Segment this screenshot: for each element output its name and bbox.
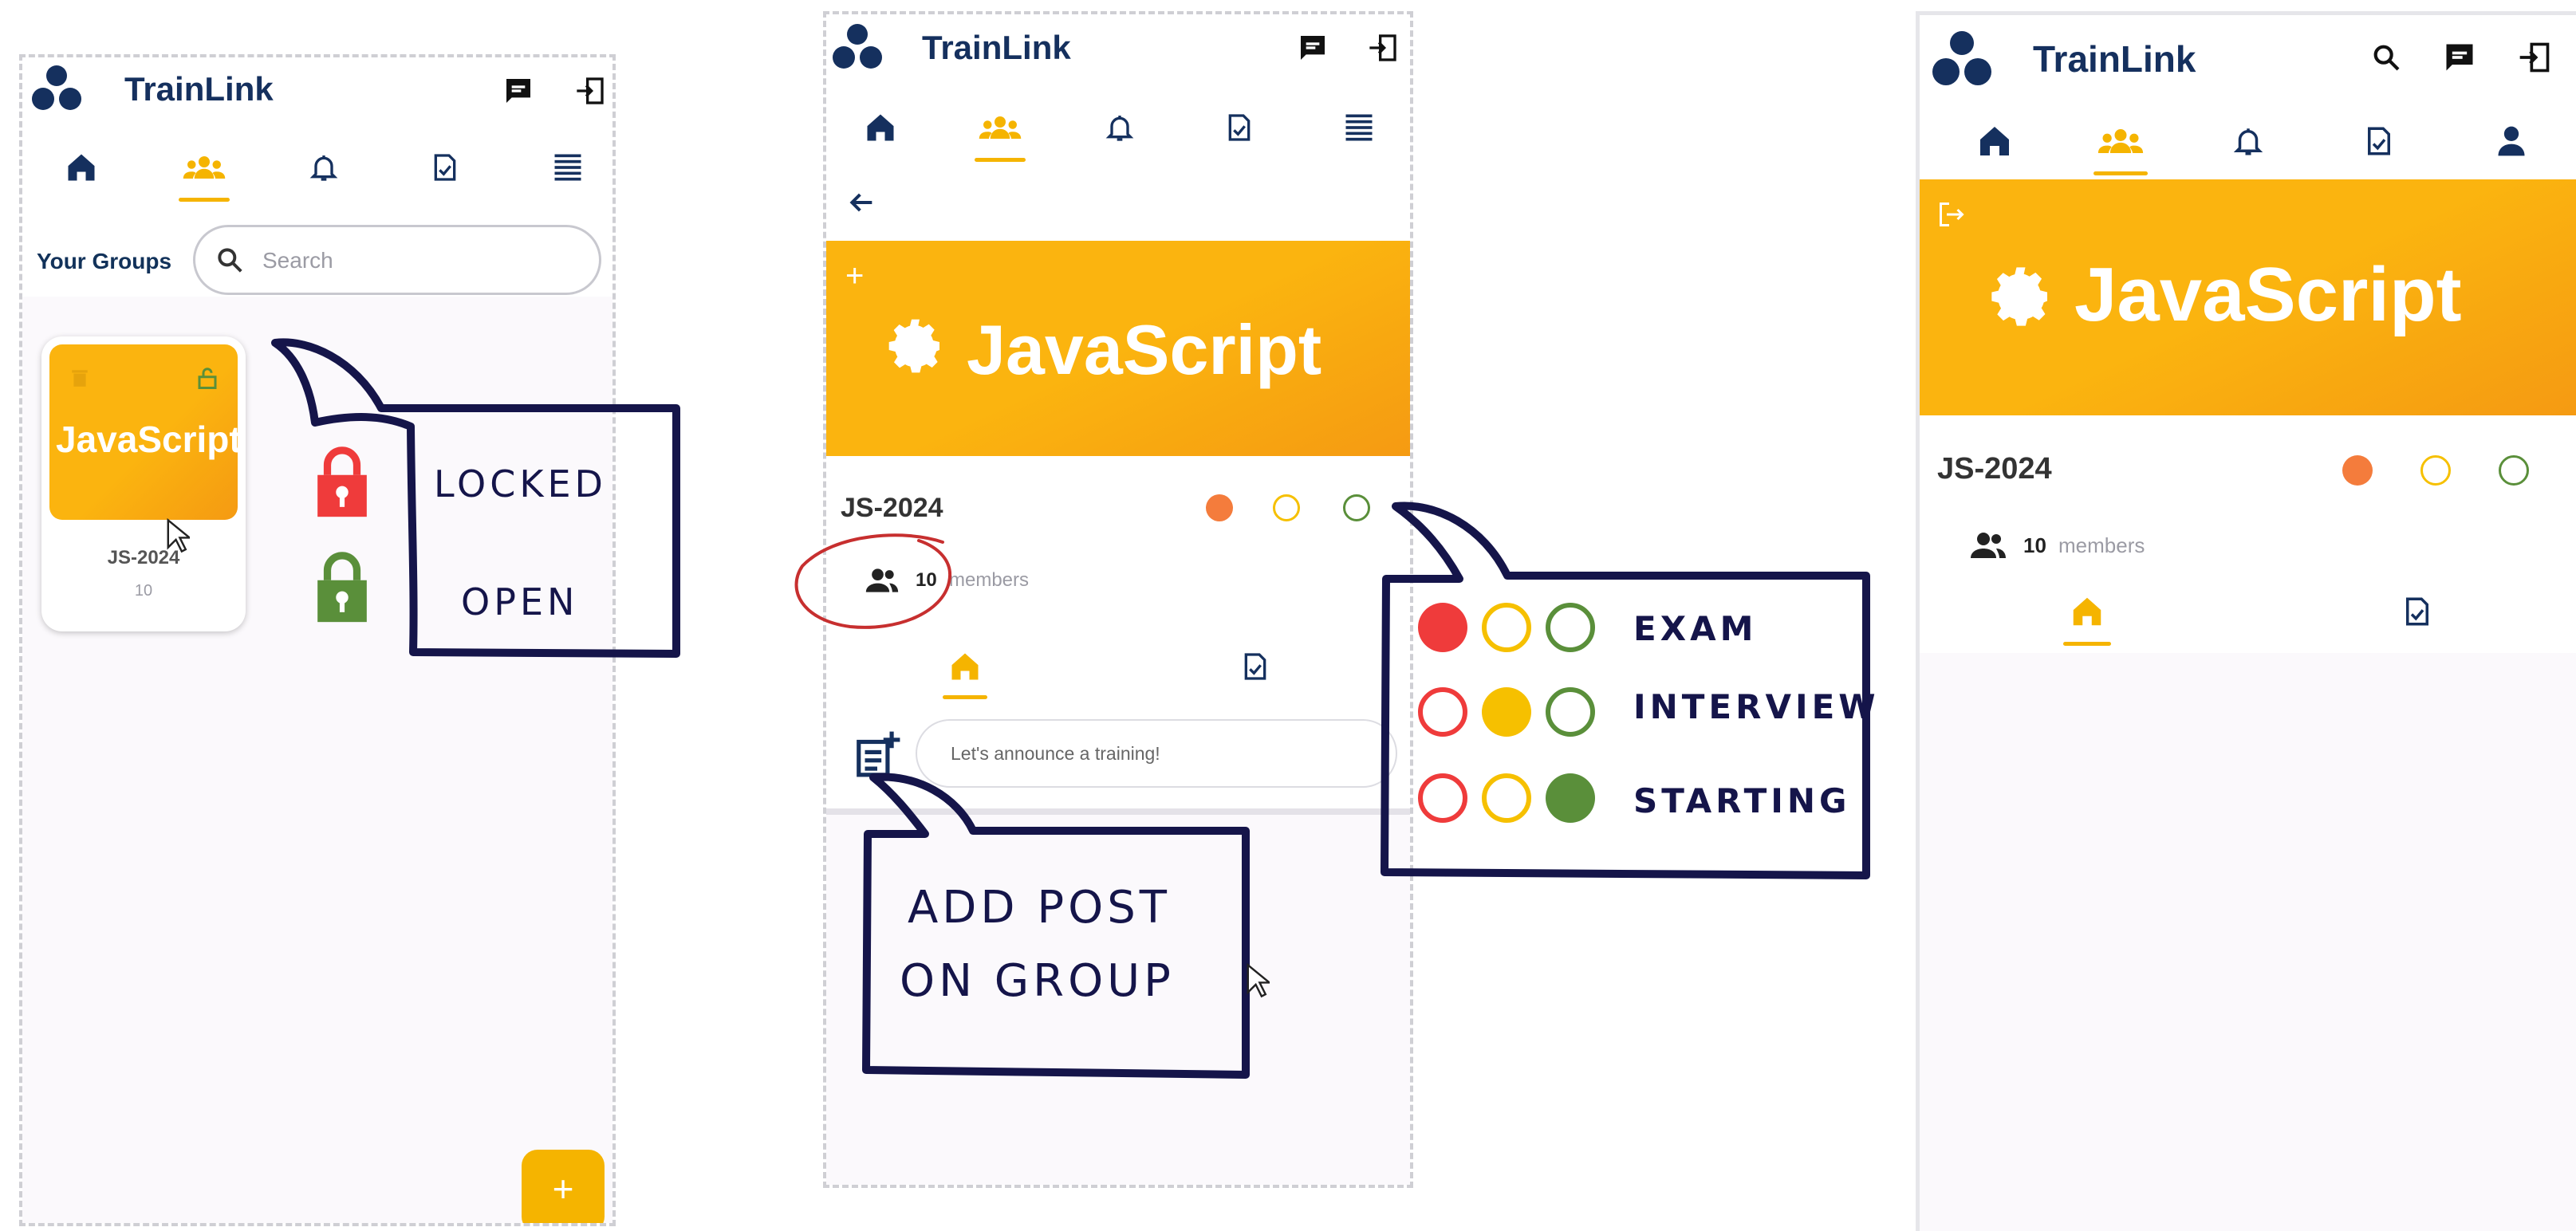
tab-active-underline <box>975 158 1026 162</box>
groups-icon[interactable] <box>975 105 1026 150</box>
group-card[interactable]: JavaScript JS-2024 10 <box>41 336 246 631</box>
status-starting-dot <box>1343 494 1370 521</box>
status-interview-dot <box>2420 455 2451 486</box>
members-highlight-circle <box>794 533 952 629</box>
add-post-label-line1: ADD POST <box>908 882 1171 934</box>
locked-label: LOCKED <box>434 462 607 505</box>
person-icon[interactable] <box>2487 117 2535 165</box>
group-banner-text: JavaScript <box>967 310 1322 389</box>
group-name: JS-2024 <box>841 493 943 523</box>
app-title: TrainLink <box>2033 38 2196 80</box>
open-lock-icon <box>313 550 372 625</box>
banner-plus[interactable]: + <box>845 258 864 294</box>
legend-exam-label: EXAM <box>1633 609 1758 648</box>
group-detail-content <box>1920 653 2576 1231</box>
tab-active-underline <box>2093 171 2148 175</box>
legend-starting-red-dot <box>1418 773 1467 823</box>
lock-icon[interactable] <box>193 364 222 392</box>
tasks-tab-icon[interactable] <box>1233 644 1278 689</box>
group-card-name: JS-2024 <box>107 547 180 568</box>
gear-icon <box>882 313 949 380</box>
legend-starting-label: STARTING <box>1633 781 1851 820</box>
home-icon[interactable] <box>858 105 903 150</box>
cursor-icon <box>164 517 191 555</box>
logo-icon <box>833 24 884 72</box>
legend-interview-yellow-dot <box>1482 687 1531 737</box>
open-label: OPEN <box>461 580 579 623</box>
bell-icon[interactable] <box>2224 117 2272 165</box>
locked-lock-icon <box>313 445 372 520</box>
legend-starting-yellow-dot <box>1482 773 1531 823</box>
add-group-button[interactable]: + <box>522 1150 605 1223</box>
tab-active-underline <box>179 198 230 202</box>
members-count: 10 <box>2023 533 2046 557</box>
search-icon <box>213 243 246 277</box>
group-banner-text: JavaScript <box>2074 252 2462 337</box>
legend-exam-red-dot <box>1418 603 1467 652</box>
gear-icon <box>1983 259 2058 334</box>
tasks-icon[interactable] <box>423 145 467 190</box>
members-label: members <box>2058 533 2145 557</box>
home-tab-icon[interactable] <box>2063 588 2111 635</box>
group-card-banner-text: JavaScript <box>56 419 238 460</box>
logout-icon[interactable] <box>1934 197 1969 232</box>
tasks-icon[interactable] <box>2355 117 2403 165</box>
group-name: JS-2024 <box>1937 452 2052 486</box>
groups-icon[interactable] <box>179 145 230 190</box>
trash-icon[interactable] <box>67 365 93 391</box>
status-starting-dot <box>2499 455 2529 486</box>
status-exam-dot <box>1206 494 1233 521</box>
legend-interview-label: INTERVIEW <box>1633 687 1880 726</box>
add-post-label-line2: ON GROUP <box>900 955 1175 1007</box>
members-icon <box>1967 529 2009 562</box>
search-input[interactable]: Search <box>193 225 601 295</box>
status-interview-dot <box>1273 494 1300 521</box>
logout-icon[interactable] <box>573 73 608 108</box>
add-group-button-label: + <box>552 1168 574 1209</box>
home-icon[interactable] <box>1971 117 2019 165</box>
menu-icon[interactable] <box>546 145 590 190</box>
group-banner: JavaScript <box>1920 179 2576 415</box>
back-arrow-icon[interactable] <box>837 179 885 226</box>
menu-icon[interactable] <box>1337 105 1381 150</box>
home-icon[interactable] <box>59 145 104 190</box>
tasks-icon[interactable] <box>1217 105 1262 150</box>
group-banner: + JavaScript <box>826 241 1410 456</box>
chat-icon[interactable] <box>2440 37 2479 77</box>
legend-exam-green-dot <box>1546 603 1595 652</box>
logo-icon <box>1932 31 1993 87</box>
legend-interview-red-dot <box>1418 687 1467 737</box>
legend-starting-green-dot <box>1546 773 1595 823</box>
logout-icon[interactable] <box>1365 30 1400 65</box>
chat-icon[interactable] <box>1295 30 1330 65</box>
app-title: TrainLink <box>124 70 274 108</box>
group-card-members-count: 10 <box>134 582 153 600</box>
bell-icon[interactable] <box>1097 105 1142 150</box>
search-placeholder: Search <box>262 248 333 273</box>
tasks-tab-icon[interactable] <box>2393 588 2441 635</box>
home-tab-icon[interactable] <box>943 644 987 689</box>
logo-icon <box>32 65 83 113</box>
search-icon[interactable] <box>2366 37 2406 77</box>
bell-icon[interactable] <box>301 145 346 190</box>
your-groups-label: Your Groups <box>37 249 172 273</box>
legend-exam-yellow-dot <box>1482 603 1531 652</box>
cursor-icon <box>1244 962 1271 1000</box>
tab-active-underline <box>2063 642 2111 646</box>
logout-icon[interactable] <box>2515 37 2554 77</box>
group-detail-screen: TrainLink JavaScript JS-2024 10 members <box>1916 11 2576 1231</box>
chat-icon[interactable] <box>501 73 536 108</box>
status-exam-dot <box>2342 455 2373 486</box>
app-title: TrainLink <box>922 29 1071 66</box>
legend-interview-green-dot <box>1546 687 1595 737</box>
post-input-placeholder: Let's announce a training! <box>951 743 1160 764</box>
groups-icon[interactable] <box>2093 117 2148 165</box>
tab-active-underline <box>943 695 987 699</box>
group-card-banner: JavaScript <box>49 344 238 520</box>
